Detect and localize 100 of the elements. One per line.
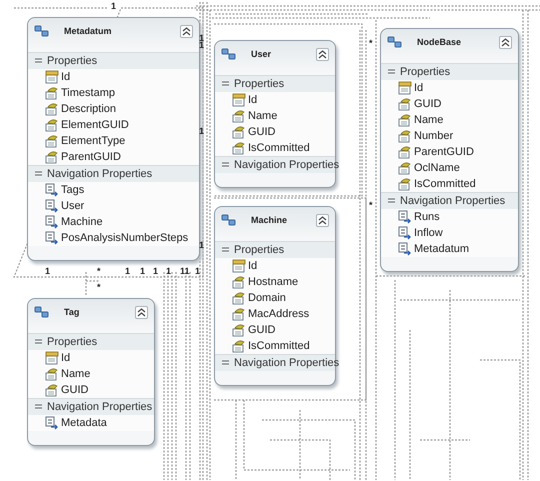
property-name[interactable]: Id (248, 260, 258, 272)
multiplicity-label: 1 (195, 266, 200, 276)
property-name[interactable]: GUID (414, 98, 442, 110)
property-name[interactable]: Id (414, 82, 424, 94)
property-icon (45, 367, 59, 381)
property-icon (232, 339, 246, 353)
multiplicity-label: * (369, 200, 373, 210)
collapse-icon[interactable] (221, 160, 230, 170)
property-name[interactable]: Inflow (414, 227, 443, 239)
key-property-icon (45, 351, 59, 365)
multiplicity-label: 1 (153, 266, 158, 276)
multiplicity-label: 11 (180, 266, 190, 276)
property-name[interactable]: Name (414, 114, 444, 126)
property-icon (45, 383, 59, 397)
property-icon (398, 145, 412, 159)
property-icon (398, 129, 412, 143)
entity-card[interactable]: Metadatum Properties Id Timestamp Description ElementGUID ElementType ParentGUID Navigation Properties Tags User Machine PosAnalysisNumberSteps (27, 17, 200, 261)
section-title: Properties (400, 66, 450, 78)
entity-icon (34, 305, 50, 319)
entity-icon (221, 47, 237, 61)
multiplicity-label: 1 (199, 33, 204, 43)
property-icon (232, 125, 246, 139)
entity-icon (221, 213, 237, 227)
section-title: Properties (47, 55, 98, 67)
property-icon (398, 177, 412, 191)
property-icon (45, 102, 59, 116)
property-icon (45, 150, 59, 164)
multiplicity-label: 1 (45, 266, 50, 276)
key-property-icon (398, 81, 412, 95)
property-icon (232, 109, 246, 123)
collapse-toggle-icon[interactable] (135, 306, 148, 318)
property-icon (232, 307, 246, 321)
collapse-icon[interactable] (221, 358, 230, 368)
navigation-property-icon (45, 183, 59, 197)
property-icon (398, 97, 412, 111)
key-property-icon (232, 259, 246, 273)
section-title: Properties (47, 336, 98, 348)
navigation-property-icon (398, 242, 412, 256)
property-icon (398, 161, 412, 175)
multiplicity-label: * (97, 282, 101, 292)
collapse-icon[interactable] (221, 80, 230, 88)
multiplicity-label: 1 (125, 266, 130, 276)
section-title: Properties (234, 78, 284, 90)
property-name[interactable]: Id (248, 94, 258, 106)
entity-title: Tag (63, 307, 80, 317)
navigation-property-icon (398, 226, 412, 240)
entity-title: NodeBase (416, 37, 462, 47)
multiplicity-label: 1 (199, 40, 204, 50)
collapse-icon[interactable] (221, 246, 230, 254)
collapse-icon[interactable] (34, 56, 43, 66)
navigation-property-icon (398, 210, 412, 224)
property-icon (398, 113, 412, 127)
collapse-icon[interactable] (34, 170, 43, 178)
navigation-property-icon (45, 416, 59, 430)
property-name[interactable]: GUID (61, 384, 88, 396)
property-name[interactable]: Machine (61, 216, 103, 228)
property-icon (232, 275, 246, 289)
property-name[interactable]: Tags (61, 184, 84, 196)
property-name[interactable]: Id (61, 71, 70, 83)
navigation-property-icon (45, 215, 59, 229)
multiplicity-label: 1 (111, 1, 116, 11)
property-name[interactable]: GUID (248, 324, 276, 336)
property-icon (45, 86, 59, 100)
collapse-toggle-icon[interactable] (316, 48, 329, 60)
collapse-icon[interactable] (34, 338, 43, 346)
collapse-icon[interactable] (387, 68, 396, 76)
collapse-toggle-icon[interactable] (316, 214, 329, 226)
property-name[interactable]: User (61, 200, 84, 212)
multiplicity-label: * (97, 266, 101, 276)
entity-card[interactable]: Tag Properties Id Name GUID Navigation Properties Metadata (27, 298, 155, 446)
property-name[interactable]: Runs (414, 211, 440, 223)
entity-icon (387, 35, 403, 49)
multiplicity-label: 1 (140, 266, 146, 276)
navigation-property-icon (45, 231, 59, 245)
key-property-icon (45, 70, 59, 84)
property-icon (232, 141, 246, 155)
entity-title: Metadatum (63, 26, 113, 36)
property-name[interactable]: GUID (248, 126, 276, 138)
section-title: Navigation Properties (47, 168, 152, 180)
multiplicity-label: 1 (199, 240, 204, 250)
key-property-icon (232, 93, 246, 107)
entity-title: User (250, 49, 272, 59)
navigation-property-icon (45, 199, 59, 213)
section-title: Navigation Properties (400, 195, 506, 207)
entity-card[interactable]: NodeBase Properties Id GUID Name Number ParentGUID OclName IsCommitted Navigation Properties Runs Inflow Metadatum (380, 28, 519, 272)
property-icon (232, 291, 246, 305)
property-icon (45, 134, 59, 148)
collapse-icon[interactable] (34, 402, 43, 412)
collapse-toggle-icon[interactable] (499, 36, 512, 48)
property-name[interactable]: Id (61, 352, 70, 364)
multiplicity-label: * (369, 38, 373, 48)
property-name[interactable]: Name (248, 110, 278, 122)
collapse-toggle-icon[interactable] (180, 24, 193, 38)
property-name[interactable]: Name (61, 368, 90, 380)
multiplicity-label: 1 (199, 126, 204, 136)
section-title: Properties (234, 244, 284, 256)
entity-icon (34, 24, 50, 38)
multiplicity-label: 1 (166, 266, 172, 276)
collapse-icon[interactable] (387, 196, 396, 206)
section-title: Navigation Properties (47, 401, 152, 413)
